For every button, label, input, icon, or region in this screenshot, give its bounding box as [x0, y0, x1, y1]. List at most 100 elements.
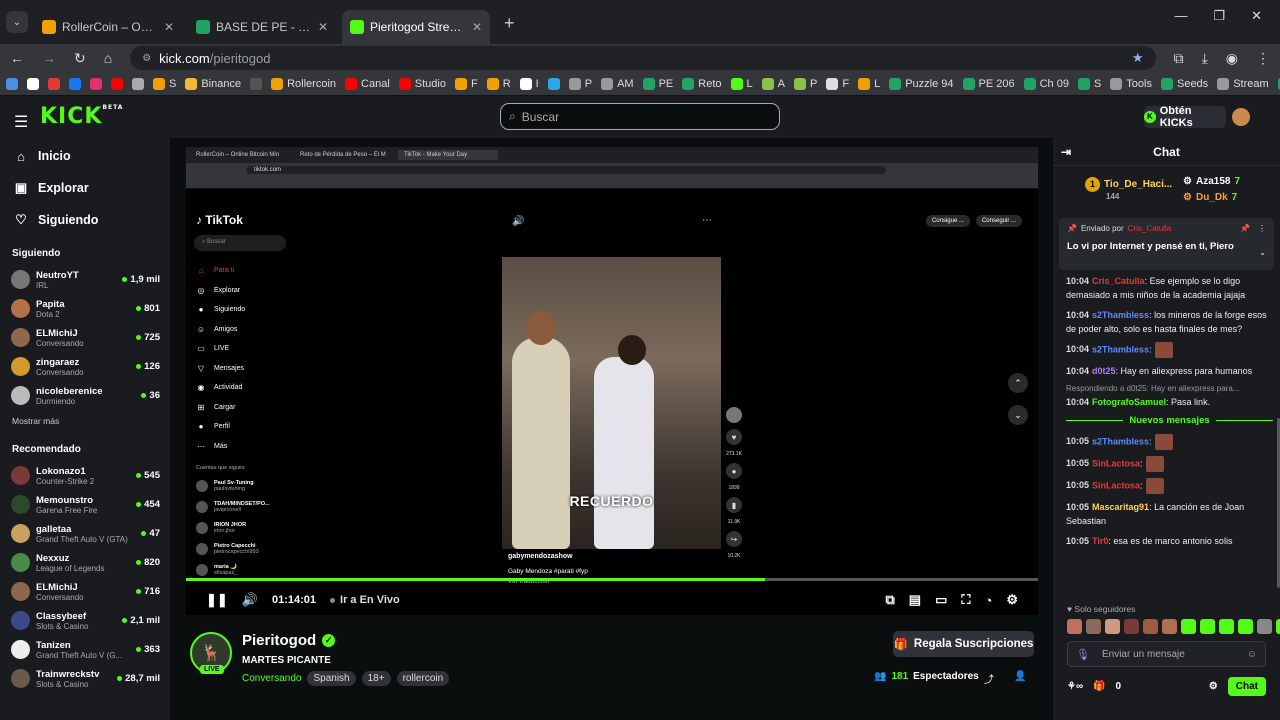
message-user[interactable]: SinLactosa — [1092, 458, 1140, 468]
message-user[interactable]: s2Thambless — [1092, 310, 1149, 320]
tab-close-icon[interactable]: ✕ — [318, 20, 328, 34]
channel-item[interactable]: Memounstro Garena Free Fire 454 — [0, 490, 170, 519]
leaderboard-first-name[interactable]: Tio_De_Haci... — [1104, 179, 1172, 190]
streamer-name[interactable]: Pieritogod — [242, 632, 316, 649]
bookmark-item[interactable]: Rollercoin — [271, 77, 336, 90]
bookmark-item[interactable]: Puzzle 94 — [889, 77, 954, 90]
message-user[interactable]: d0t25 — [1092, 366, 1116, 376]
volume-button[interactable]: 🔊 — [242, 592, 258, 608]
emote-icon[interactable] — [1200, 619, 1215, 634]
settings-gear-icon[interactable]: ⚙ — [1006, 592, 1018, 608]
bookmark-item[interactable]: S — [153, 77, 176, 90]
tab-search-button[interactable]: ⌄ — [6, 11, 28, 33]
new-tab-button[interactable]: + — [504, 13, 515, 34]
bookmark-item[interactable] — [250, 77, 263, 90]
bookmark-star-icon[interactable]: ★ — [1132, 50, 1144, 66]
emote-icon[interactable] — [1124, 619, 1139, 634]
theater-button[interactable]: ▭ — [935, 592, 947, 608]
bookmark-item[interactable]: Reto — [682, 77, 722, 90]
bookmark-item[interactable]: L — [858, 77, 880, 90]
maximize-button[interactable]: ❐ — [1213, 8, 1225, 23]
quality-button[interactable]: ◔ — [984, 593, 992, 608]
gift-box-icon[interactable]: 🎁 — [1093, 681, 1105, 692]
channel-item[interactable]: Nexxuz League of Legends 820 — [0, 548, 170, 577]
channel-item[interactable]: nicoleberenice Durmiendo 36 — [0, 381, 170, 410]
bookmark-item[interactable]: A — [761, 77, 785, 90]
stream-tag[interactable]: 18+ — [361, 671, 391, 686]
chat-settings-icon[interactable]: ⚙ — [1209, 681, 1218, 692]
progress-bar[interactable] — [186, 578, 1038, 581]
channel-item[interactable]: Classybeef Slots & Casino 2,1 mil — [0, 606, 170, 635]
expand-pin-icon[interactable]: ⌄ — [1259, 248, 1266, 257]
kick-logo[interactable]: KICKBETA — [40, 104, 123, 129]
sidebar-item-inicio[interactable]: ⌂ Inicio — [0, 140, 170, 172]
channel-item[interactable]: Lokonazo1 Counter-Strike 2 545 — [0, 461, 170, 490]
tab-close-icon[interactable]: ✕ — [164, 20, 174, 34]
message-user[interactable]: Mascaritag91 — [1092, 502, 1149, 512]
bookmark-item[interactable]: PE — [642, 77, 673, 90]
channel-item[interactable]: ELMichiJ Conversando 716 — [0, 577, 170, 606]
emote-icon[interactable] — [1086, 619, 1101, 634]
bookmark-item[interactable]: Tools — [1110, 77, 1152, 90]
bookmark-item[interactable]: F — [454, 77, 478, 90]
site-info-icon[interactable]: ⚙ — [142, 53, 151, 64]
emote-icon[interactable] — [1276, 619, 1280, 634]
minimize-button[interactable]: — — [1174, 8, 1187, 23]
download-icon[interactable]: ⤓ — [1202, 50, 1208, 67]
emote-icon[interactable] — [1219, 619, 1234, 634]
close-window-button[interactable]: ✕ — [1251, 8, 1262, 23]
channel-item[interactable]: NeutroYT IRL 1,9 mil — [0, 265, 170, 294]
user-avatar[interactable] — [1232, 108, 1250, 126]
video-player[interactable]: RollerCoin – Online Bitcoin Min Reto de P… — [186, 147, 1038, 615]
browser-tab[interactable]: Pieritogod Stream - Watch ✕ — [342, 10, 490, 44]
emote-icon[interactable] — [1067, 619, 1082, 634]
home-browser-icon[interactable]: ⌂ — [104, 50, 112, 66]
bookmark-item[interactable]: PE 206 — [962, 77, 1015, 90]
search-input[interactable]: ⌕ Buscar — [500, 103, 780, 130]
bookmark-item[interactable] — [547, 77, 560, 90]
message-user[interactable]: FotografoSamuel — [1092, 397, 1166, 407]
emote-icon[interactable] — [1238, 619, 1253, 634]
channel-item[interactable]: Papita Dota 2 801 — [0, 294, 170, 323]
sidebar-item-siguiendo[interactable]: ♡ Siguiendo — [0, 204, 170, 236]
message-user[interactable]: SinLactosa — [1092, 480, 1140, 490]
clip-button[interactable]: ▤ — [909, 592, 921, 608]
bookmark-item[interactable]: I — [519, 77, 539, 90]
channel-item[interactable]: galletaa Grand Theft Auto V (GTA) 47 — [0, 519, 170, 548]
pause-button[interactable]: ❚❚ — [206, 592, 228, 608]
kicks-icon[interactable]: ⚘∞ — [1067, 681, 1083, 692]
pin-menu-icon[interactable]: ⋮ — [1258, 224, 1266, 233]
extensions-icon[interactable]: ⧉ — [1174, 50, 1184, 67]
bookmark-item[interactable]: S — [1077, 77, 1101, 90]
bookmark-item[interactable] — [69, 77, 81, 90]
address-bar[interactable]: ⚙ kick.com/pieritogod ★ — [130, 46, 1156, 70]
bookmark-item[interactable]: L — [730, 77, 753, 90]
browser-tab[interactable]: RollerCoin – Online Bitcoin Mi ✕ — [34, 10, 182, 44]
channel-item[interactable]: Tanizen Grand Theft Auto V (G... 363 — [0, 635, 170, 664]
bookmark-item[interactable]: Binance — [185, 77, 241, 90]
pip-button[interactable]: ⧉ — [885, 592, 894, 608]
bookmark-item[interactable] — [132, 77, 144, 90]
unpin-icon[interactable]: 📌 — [1240, 224, 1250, 233]
back-icon[interactable]: ← — [10, 50, 24, 66]
bookmark-item[interactable]: P — [568, 77, 592, 90]
stream-category[interactable]: Conversando — [242, 673, 301, 684]
leaderboard-second-name[interactable]: Aza158 — [1196, 176, 1230, 187]
bookmark-item[interactable]: R — [486, 77, 511, 90]
microphone-icon[interactable]: 🎙 — [1076, 648, 1090, 661]
stream-tag[interactable]: rollercoin — [396, 671, 450, 686]
message-user[interactable]: Cris_Catulla — [1092, 276, 1145, 286]
bookmark-item[interactable]: Canal — [345, 77, 390, 90]
bookmark-item[interactable]: Seeds — [1160, 77, 1208, 90]
stream-tag[interactable]: Spanish — [307, 671, 356, 686]
tab-close-icon[interactable]: ✕ — [472, 20, 482, 34]
bookmark-item[interactable] — [48, 77, 60, 90]
get-kicks-button[interactable]: K Obtén KICKs — [1144, 105, 1226, 129]
fullscreen-button[interactable]: ⛶ — [961, 592, 970, 608]
bookmark-item[interactable] — [111, 77, 123, 90]
message-user[interactable]: s2Thambless — [1092, 344, 1149, 354]
emote-icon[interactable] — [1257, 619, 1272, 634]
message-user[interactable]: s2Thambless — [1092, 436, 1149, 446]
gift-subs-button[interactable]: 🎁 Regala Suscripciones — [893, 631, 1034, 657]
bookmark-item[interactable]: F — [826, 77, 849, 90]
